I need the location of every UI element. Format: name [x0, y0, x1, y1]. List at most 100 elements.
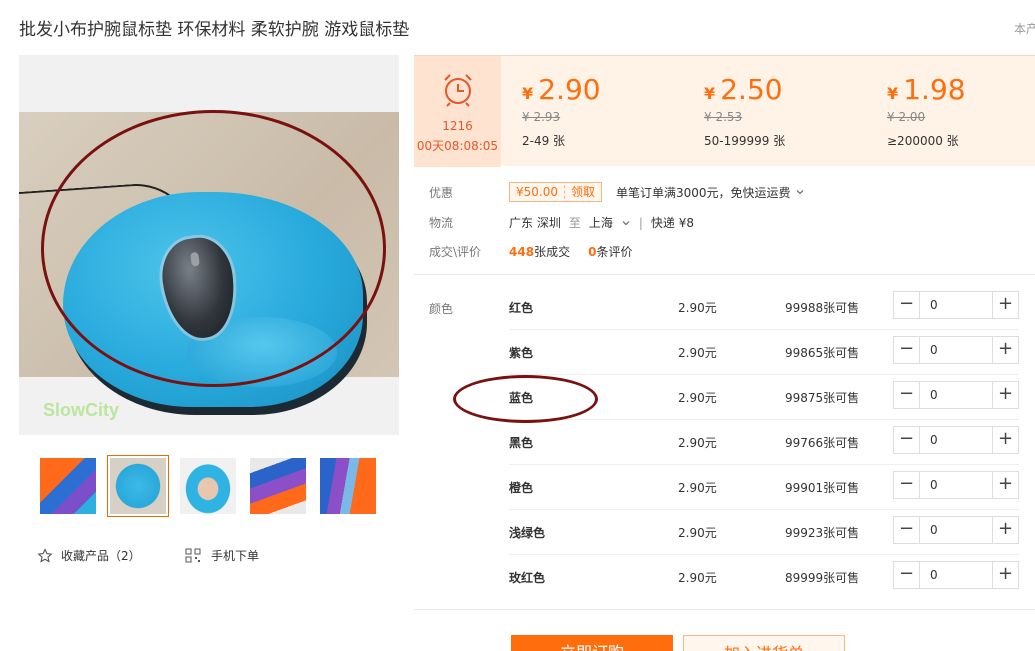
decrement-button[interactable]: − — [894, 337, 920, 363]
increment-button[interactable]: + — [992, 337, 1018, 363]
sku-stock: 99865张可售 — [785, 346, 860, 360]
review-count[interactable]: 0 — [588, 245, 596, 259]
quantity-stepper: −0 + — [893, 471, 1019, 499]
thumbnail-2[interactable] — [107, 455, 169, 517]
thumbnail-3[interactable] — [177, 455, 239, 517]
thumbnail-3-image — [180, 458, 236, 514]
annotation-ring-image — [41, 110, 386, 387]
tier-range: 50-199999 张 — [704, 134, 786, 148]
tier-price: 2.50 — [720, 73, 783, 106]
sku-price: 2.90元 — [678, 301, 717, 315]
tier-range: ≥200000 张 — [887, 134, 959, 148]
sku-price: 2.90元 — [678, 346, 717, 360]
decrement-button[interactable]: − — [894, 292, 920, 318]
promo-row: 优惠 ¥50.00 领取 单笔订单满3000元，免快运运费 — [429, 182, 805, 202]
sku-price: 2.90元 — [678, 526, 717, 540]
price-tier-2: ¥ 2.50 ¥ 2.53 50-199999 张 — [704, 73, 785, 149]
increment-button[interactable]: + — [992, 292, 1018, 318]
add-to-cart-button[interactable]: 加入进货单 — [683, 635, 845, 651]
promo-label: 优惠 — [429, 185, 454, 200]
quantity-input[interactable]: 0 — [930, 478, 938, 492]
logistics-to[interactable]: 上海 — [589, 214, 613, 231]
coupon-claim[interactable]: 领取 — [565, 185, 601, 199]
decrement-button[interactable]: − — [894, 427, 920, 453]
currency-symbol: ¥ — [887, 84, 899, 103]
quantity-input[interactable]: 0 — [930, 388, 938, 402]
sold-unit: 张成交 — [534, 245, 571, 259]
star-icon — [37, 547, 53, 563]
tier-original-price: ¥ 2.00 — [887, 110, 926, 124]
review-unit[interactable]: 条评价 — [596, 243, 632, 260]
thumbnail-1[interactable] — [37, 455, 99, 517]
thumbnail-5-image — [320, 458, 376, 514]
coupon-badge[interactable]: ¥50.00 领取 — [509, 182, 603, 202]
promo-text: 单笔订单满3000元，免快运运费 — [616, 185, 791, 200]
sku-price: 2.90元 — [678, 391, 717, 405]
decrement-button[interactable]: − — [894, 472, 920, 498]
favorite-button[interactable]: 收藏产品（2） — [37, 547, 141, 564]
logistics-separator: | — [638, 215, 643, 230]
sku-name: 紫色 — [509, 346, 534, 360]
sku-row: 黑色 2.90元 99766张可售 −0 + — [509, 420, 1019, 465]
sku-name: 橙色 — [509, 481, 534, 495]
alarm-clock-icon — [444, 74, 472, 107]
price-tier-3: ¥ 1.98 ¥ 2.00 ≥200000 张 — [887, 73, 966, 149]
quantity-stepper: −0 + — [893, 561, 1019, 589]
quantity-stepper: −0 + — [893, 336, 1019, 364]
tier-range: 2-49 张 — [522, 134, 566, 148]
sku-stock: 99923张可售 — [785, 526, 860, 540]
quantity-input[interactable]: 0 — [930, 523, 938, 537]
quantity-input[interactable]: 0 — [930, 343, 938, 357]
logistics-to-word: 至 — [568, 216, 581, 230]
sku-price: 2.90元 — [678, 436, 717, 450]
thumbnail-5[interactable] — [317, 455, 379, 517]
quantity-input[interactable]: 0 — [930, 433, 938, 447]
quantity-input[interactable]: 0 — [930, 568, 938, 582]
sku-row: 浅绿色 2.90元 99923张可售 −0 + — [509, 510, 1019, 555]
logistics-row: 物流 广东 深圳 至 上海 | 快递 ¥8 — [429, 214, 694, 231]
tier-original-price: ¥ 2.53 — [704, 110, 743, 124]
buy-now-button[interactable]: 立即订购 — [511, 635, 673, 651]
increment-button[interactable]: + — [992, 472, 1018, 498]
logistics-label: 物流 — [429, 216, 454, 230]
deals-label: 成交\评价 — [429, 245, 482, 259]
decrement-button[interactable]: − — [894, 562, 920, 588]
tier-original-price: ¥ 2.93 — [522, 110, 561, 124]
increment-button[interactable]: + — [992, 427, 1018, 453]
sku-stock: 99875张可售 — [785, 391, 860, 405]
sku-stock: 99766张可售 — [785, 436, 860, 450]
tier-price: 2.90 — [538, 73, 601, 106]
deals-row: 成交\评价 448 张成交 0 条评价 — [429, 243, 632, 260]
countdown-timer: 1216 00天08:08:05 — [414, 56, 501, 167]
quantity-input[interactable]: 0 — [930, 298, 938, 312]
favorite-label: 收藏产品（2） — [61, 549, 141, 563]
thumbnail-4-image — [250, 458, 306, 514]
sku-name: 黑色 — [509, 436, 534, 450]
product-title: 批发小布护腕鼠标垫 环保材料 柔软护腕 游戏鼠标垫 — [19, 20, 410, 40]
sku-row: 橙色 2.90元 99901张可售 −0 + — [509, 465, 1019, 510]
decrement-button[interactable]: − — [894, 382, 920, 408]
sku-stock: 89999张可售 — [785, 571, 860, 585]
decrement-button[interactable]: − — [894, 517, 920, 543]
sku-name: 玫红色 — [509, 571, 546, 585]
mobile-order-button[interactable]: 手机下单 — [185, 547, 259, 564]
sku-stock: 99901张可售 — [785, 481, 860, 495]
top-right-text: 本产 — [1014, 22, 1035, 36]
timer-remaining: 00天08:08:05 — [416, 139, 499, 153]
quantity-stepper: −0 + — [893, 516, 1019, 544]
tier-price: 1.98 — [903, 73, 966, 106]
main-product-image[interactable]: SlowCity — [19, 55, 399, 435]
chevron-down-icon[interactable] — [795, 187, 805, 197]
logistics-from[interactable]: 广东 深圳 — [509, 214, 561, 231]
increment-button[interactable]: + — [992, 562, 1018, 588]
sku-row: 紫色 2.90元 99865张可售 −0 + — [509, 330, 1019, 375]
divider — [414, 274, 1035, 275]
thumbnail-4[interactable] — [247, 455, 309, 517]
quantity-stepper: −0 + — [893, 381, 1019, 409]
quantity-stepper: −0 + — [893, 426, 1019, 454]
currency-symbol: ¥ — [522, 84, 534, 103]
increment-button[interactable]: + — [992, 517, 1018, 543]
increment-button[interactable]: + — [992, 382, 1018, 408]
chevron-down-icon[interactable] — [621, 218, 631, 228]
quantity-stepper: −0 + — [893, 291, 1019, 319]
